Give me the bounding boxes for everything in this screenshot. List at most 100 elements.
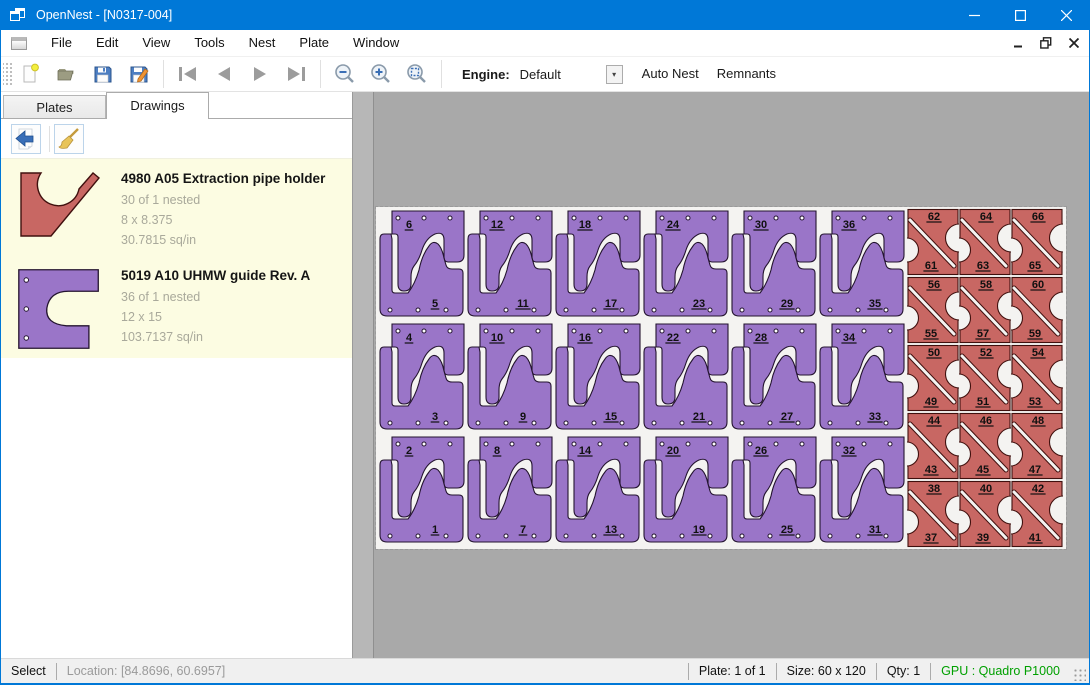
next-plate-button[interactable] <box>242 59 278 89</box>
tab-plates[interactable]: Plates <box>3 95 106 119</box>
app-icon <box>10 8 26 22</box>
nested-part-pair[interactable]: 66 65 <box>1011 208 1063 276</box>
nested-part-pair[interactable]: 4 3 <box>378 321 466 434</box>
svg-text:48: 48 <box>1032 415 1044 427</box>
open-file-button[interactable] <box>49 59 85 89</box>
nested-part-pair[interactable]: 44 43 <box>907 412 959 480</box>
zoom-extents-button[interactable] <box>399 59 435 89</box>
svg-text:55: 55 <box>925 328 937 340</box>
menu-edit[interactable]: Edit <box>84 30 130 57</box>
main-toolbar: Engine: Default ▾ Auto Nest Remnants <box>1 57 1089 92</box>
nested-part-pair[interactable]: 8 7 <box>466 434 554 547</box>
nested-part-pair[interactable]: 2 1 <box>378 434 466 547</box>
nested-part-pair[interactable]: 6 5 <box>378 208 466 321</box>
save-button[interactable] <box>85 59 121 89</box>
zoom-in-button[interactable] <box>363 59 399 89</box>
menu-window[interactable]: Window <box>341 30 411 57</box>
nested-part-pair[interactable]: 40 39 <box>959 480 1011 548</box>
svg-text:30: 30 <box>755 219 767 231</box>
drawing-item-red[interactable]: 4980 A05 Extraction pipe holder 30 of 1 … <box>1 159 352 256</box>
document-icon[interactable] <box>11 37 27 50</box>
toolbar-grip[interactable] <box>3 61 13 87</box>
minimize-button[interactable] <box>951 0 997 30</box>
nested-part-pair[interactable]: 14 13 <box>554 434 642 547</box>
first-plate-button[interactable] <box>170 59 206 89</box>
red-parts-grid: 62 61 64 63 66 65 <box>907 208 1063 548</box>
nested-part-pair[interactable]: 46 45 <box>959 412 1011 480</box>
drawing-item-purple[interactable]: 5019 A10 UHMW guide Rev. A 36 of 1 neste… <box>1 256 352 358</box>
status-mode: Select <box>1 664 56 678</box>
nested-part-pair[interactable]: 38 37 <box>907 480 959 548</box>
combo-arrow-icon[interactable]: ▾ <box>606 65 623 84</box>
nested-part-pair[interactable]: 64 63 <box>959 208 1011 276</box>
drawing-list-empty-area[interactable] <box>1 358 352 658</box>
nested-part-pair[interactable]: 58 57 <box>959 276 1011 344</box>
mdi-close-button[interactable] <box>1061 33 1087 53</box>
maximize-button[interactable] <box>997 0 1043 30</box>
svg-text:20: 20 <box>667 445 679 457</box>
nested-part-pair[interactable]: 34 33 <box>818 321 906 434</box>
last-icon <box>284 65 308 83</box>
clear-drawings-button[interactable] <box>54 124 84 154</box>
menu-nest[interactable]: Nest <box>237 30 288 57</box>
svg-text:47: 47 <box>1029 464 1041 476</box>
nested-part-pair[interactable]: 10 9 <box>466 321 554 434</box>
svg-text:56: 56 <box>928 279 940 291</box>
mdi-minimize-button[interactable] <box>1005 33 1031 53</box>
remnants-button[interactable]: Remnants <box>708 60 785 88</box>
nested-part-pair[interactable]: 20 19 <box>642 434 730 547</box>
svg-text:6: 6 <box>406 219 412 231</box>
resize-grip[interactable] <box>1072 667 1086 681</box>
new-file-button[interactable] <box>13 59 49 89</box>
drawing-name: 5019 A10 UHMW guide Rev. A <box>121 268 310 283</box>
nested-part-pair[interactable]: 22 21 <box>642 321 730 434</box>
svg-text:3: 3 <box>432 411 438 423</box>
nested-part-pair[interactable]: 52 51 <box>959 344 1011 412</box>
menu-file[interactable]: File <box>39 30 84 57</box>
nested-part-pair[interactable]: 30 29 <box>730 208 818 321</box>
nested-part-pair[interactable]: 42 41 <box>1011 480 1063 548</box>
maximize-icon <box>1015 10 1026 21</box>
menu-tools[interactable]: Tools <box>182 30 236 57</box>
save-as-button[interactable] <box>121 59 157 89</box>
nested-part-pair[interactable]: 36 35 <box>818 208 906 321</box>
open-file-icon <box>56 63 78 85</box>
previous-plate-button[interactable] <box>206 59 242 89</box>
zoom-out-button[interactable] <box>327 59 363 89</box>
import-drawing-button[interactable] <box>11 124 41 154</box>
nested-part-pair[interactable]: 32 31 <box>818 434 906 547</box>
nested-part-pair[interactable]: 54 53 <box>1011 344 1063 412</box>
nested-part-pair[interactable]: 12 11 <box>466 208 554 321</box>
nested-part-pair[interactable]: 62 61 <box>907 208 959 276</box>
tab-drawings[interactable]: Drawings <box>106 92 209 119</box>
nested-part-pair[interactable]: 16 15 <box>554 321 642 434</box>
nested-part-pair[interactable]: 60 59 <box>1011 276 1063 344</box>
svg-text:11: 11 <box>517 298 529 310</box>
svg-text:2: 2 <box>406 445 412 457</box>
nested-part-pair[interactable]: 28 27 <box>730 321 818 434</box>
status-gpu: GPU : Quadro P1000 <box>931 664 1070 678</box>
menu-view[interactable]: View <box>130 30 182 57</box>
nest-canvas[interactable]: 6 5 12 11 18 17 <box>353 92 1089 658</box>
plate[interactable]: 6 5 12 11 18 17 <box>376 207 1066 549</box>
close-button[interactable] <box>1043 0 1089 30</box>
nested-part-pair[interactable]: 50 49 <box>907 344 959 412</box>
last-plate-button[interactable] <box>278 59 314 89</box>
auto-nest-button[interactable]: Auto Nest <box>633 60 708 88</box>
nested-part-pair[interactable]: 18 17 <box>554 208 642 321</box>
svg-text:26: 26 <box>755 445 767 457</box>
nested-part-pair[interactable]: 24 23 <box>642 208 730 321</box>
status-size: Size: 60 x 120 <box>777 664 876 678</box>
svg-text:32: 32 <box>843 445 855 457</box>
svg-text:31: 31 <box>869 524 881 536</box>
engine-combo[interactable]: Engine: Default ▾ <box>462 65 623 84</box>
menu-plate[interactable]: Plate <box>287 30 341 57</box>
nested-part-pair[interactable]: 26 25 <box>730 434 818 547</box>
first-icon <box>176 65 200 83</box>
mdi-restore-button[interactable] <box>1033 33 1059 53</box>
nested-part-pair[interactable]: 48 47 <box>1011 412 1063 480</box>
svg-text:37: 37 <box>925 532 937 544</box>
svg-text:8: 8 <box>494 445 500 457</box>
nested-part-pair[interactable]: 56 55 <box>907 276 959 344</box>
engine-value[interactable]: Default <box>518 65 606 84</box>
